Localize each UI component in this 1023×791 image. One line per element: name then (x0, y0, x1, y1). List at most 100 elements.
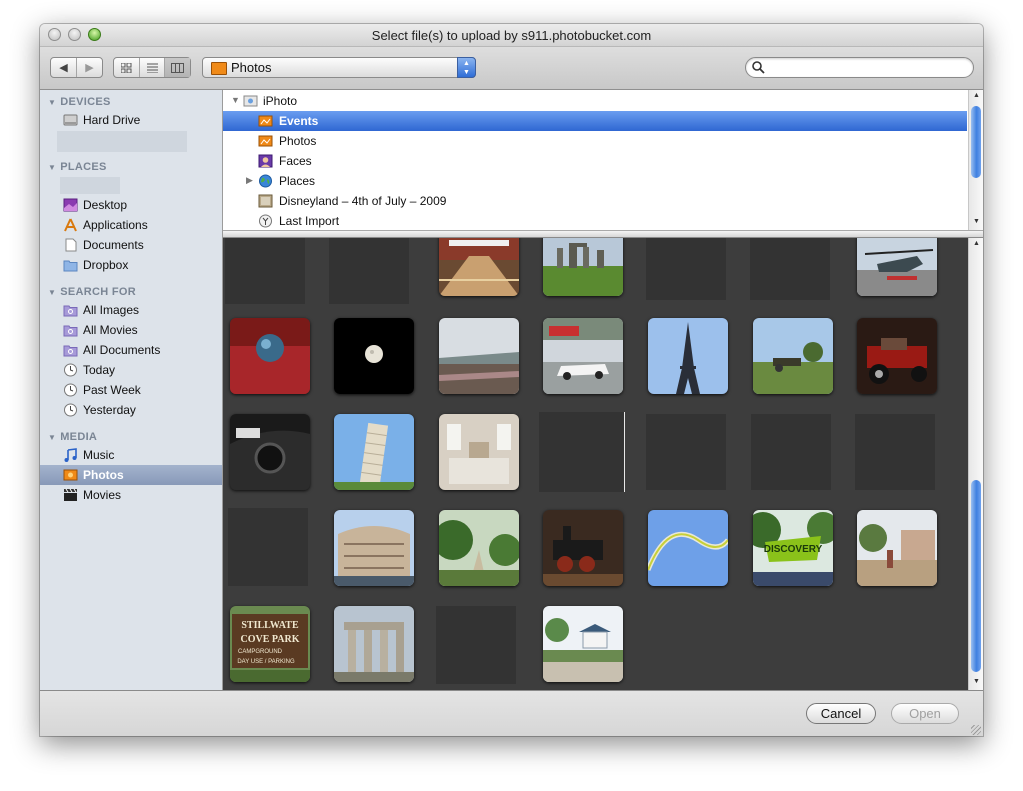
sidebar-item-past-week[interactable]: Past Week (40, 380, 222, 400)
file-open-dialog: Select file(s) to upload by s911.photobu… (40, 24, 983, 736)
applications-icon (64, 218, 77, 232)
photo-thumb-greek-ruins[interactable] (334, 606, 414, 682)
browser-item-events[interactable]: Events (223, 111, 967, 131)
photo-thumb-hot-rod[interactable] (857, 318, 937, 394)
back-button[interactable]: ◀ (51, 58, 77, 77)
photo-placeholder[interactable] (750, 238, 830, 300)
pane-splitter[interactable] (223, 230, 983, 238)
sidebar-item-desktop[interactable]: Desktop (40, 195, 222, 215)
insertion-cursor (624, 412, 625, 492)
open-button[interactable]: Open (891, 703, 959, 724)
photo-thumb-stonehenge[interactable] (543, 238, 623, 296)
last-import-icon (259, 214, 272, 228)
search-field[interactable] (745, 57, 974, 78)
sidebar: ▼ DEVICES Hard Drive ▼ PLACES Desktop Appl… (40, 90, 223, 690)
photo-thumb-garden-path[interactable] (439, 510, 519, 586)
column-view-icon (171, 62, 185, 73)
popup-arrows-icon: ▲ ▼ (457, 57, 476, 78)
list-view-button[interactable] (140, 58, 166, 77)
sidebar-item-photos[interactable]: Photos (40, 465, 222, 485)
sidebar-item-all-movies[interactable]: All Movies (40, 320, 222, 340)
photo-thumb-race-car[interactable] (543, 318, 623, 394)
sidebar-item-all-images[interactable]: All Images (40, 300, 222, 320)
photo-thumb-helicopter[interactable] (857, 238, 937, 296)
photo-thumb-garden-fountain[interactable] (857, 510, 937, 586)
icon-view-button[interactable] (114, 58, 140, 77)
photos-icon (63, 469, 78, 481)
devices-header[interactable]: ▼ DEVICES (48, 96, 111, 108)
disclosure-collapsed-icon[interactable]: ▶ (246, 175, 253, 186)
photo-thumb-eiffel-tower[interactable] (648, 318, 728, 394)
browser-scrollbar[interactable]: ▲ ▼ (968, 90, 983, 230)
scroll-down-arrow-icon[interactable]: ▼ (969, 676, 983, 688)
search-input[interactable] (768, 59, 968, 78)
photo-placeholder[interactable] (539, 412, 625, 492)
scroll-down-arrow-icon[interactable]: ▼ (969, 216, 983, 228)
browser-item-disneyland[interactable]: Disneyland – 4th of July – 2009 (223, 191, 967, 211)
forward-button[interactable]: ▶ (77, 58, 102, 77)
browser-item-last-import[interactable]: Last Import (223, 211, 967, 231)
grid-scrollbar[interactable]: ▲ ▼ (968, 238, 983, 690)
sidebar-item-documents[interactable]: Documents (40, 235, 222, 255)
document-icon (65, 238, 77, 252)
folder-icon (63, 260, 78, 272)
search-for-header[interactable]: ▼ SEARCH FOR (48, 286, 136, 298)
photo-placeholder[interactable] (228, 508, 308, 586)
column-view-button[interactable] (165, 58, 191, 77)
photo-thumb-full-moon[interactable] (334, 318, 414, 394)
discovery-sign-text: DISCOVERY (764, 544, 823, 555)
scroll-up-arrow-icon[interactable]: ▲ (969, 238, 983, 250)
view-mode-control (113, 57, 191, 78)
sidebar-item-today[interactable]: Today (40, 360, 222, 380)
photo-placeholder[interactable] (751, 414, 831, 490)
resize-grip-icon[interactable] (971, 725, 981, 735)
photo-thumb-red-sphere[interactable] (230, 318, 310, 394)
photo-thumb-gazebo-park[interactable] (543, 606, 623, 682)
browser-item-iphoto[interactable]: ▼ iPhoto (223, 91, 967, 111)
photo-placeholder[interactable] (646, 238, 726, 300)
media-header[interactable]: ▼ MEDIA (48, 431, 97, 443)
title-bar[interactable]: Select file(s) to upload by s911.photobu… (40, 24, 983, 47)
sign-line-3: CAMPGROUND (238, 649, 283, 655)
browser-item-faces[interactable]: Faces (223, 151, 967, 171)
sidebar-item-yesterday[interactable]: Yesterday (40, 400, 222, 420)
globe-icon (259, 174, 272, 188)
photo-placeholder[interactable] (225, 238, 305, 304)
clock-icon (64, 383, 77, 397)
photo-placeholder[interactable] (646, 414, 726, 490)
grid-scroll-thumb[interactable] (971, 480, 981, 672)
sidebar-item-hard-drive[interactable]: Hard Drive (40, 110, 222, 130)
photo-thumb-roller-coaster[interactable] (648, 510, 728, 586)
photo-thumb-stillwater-sign[interactable]: STILLWATE COVE PARK CAMPGROUND DAY USE /… (230, 606, 310, 682)
window-title: Select file(s) to upload by s911.photobu… (371, 28, 652, 43)
location-popup[interactable]: Photos ▲ ▼ (202, 57, 476, 78)
browser-item-photos[interactable]: Photos (223, 131, 967, 151)
photo-thumb-colosseum[interactable] (334, 510, 414, 586)
photo-thumb-leaning-tower-of-pisa[interactable] (334, 414, 414, 490)
photo-placeholder[interactable] (855, 414, 935, 490)
photo-thumb-field-cannon[interactable] (753, 318, 833, 394)
photo-thumb-bedroom[interactable] (439, 414, 519, 490)
sidebar-item-all-documents[interactable]: All Documents (40, 340, 222, 360)
disclosure-triangle-icon: ▼ (48, 163, 57, 172)
photo-thumb-steam-locomotive[interactable] (543, 510, 623, 586)
photo-thumb-bowling-alley[interactable] (439, 238, 519, 296)
places-header[interactable]: ▼ PLACES (48, 161, 107, 173)
smart-folder-icon (63, 305, 78, 317)
cancel-button[interactable]: Cancel (806, 703, 876, 724)
photo-placeholder[interactable] (436, 606, 516, 684)
sidebar-item-applications[interactable]: Applications (40, 215, 222, 235)
scroll-up-arrow-icon[interactable]: ▲ (969, 90, 983, 102)
sign-line-1: STILLWATE (241, 620, 299, 631)
sidebar-item-music[interactable]: Music (40, 445, 222, 465)
browser-scroll-thumb[interactable] (971, 106, 981, 178)
photo-thumb-bmw-interior[interactable] (230, 414, 310, 490)
photo-thumb-stadium-crowd[interactable] (439, 318, 519, 394)
photo-thumb-discovery-island-sign[interactable]: DISCOVERY (753, 510, 833, 586)
disclosure-expanded-icon[interactable]: ▼ (231, 95, 240, 105)
back-forward-control: ◀ ▶ (50, 57, 103, 78)
sidebar-item-dropbox[interactable]: Dropbox (40, 255, 222, 275)
sidebar-item-movies[interactable]: Movies (40, 485, 222, 505)
photo-placeholder[interactable] (329, 238, 409, 304)
browser-item-places[interactable]: ▶ Places (223, 171, 967, 191)
